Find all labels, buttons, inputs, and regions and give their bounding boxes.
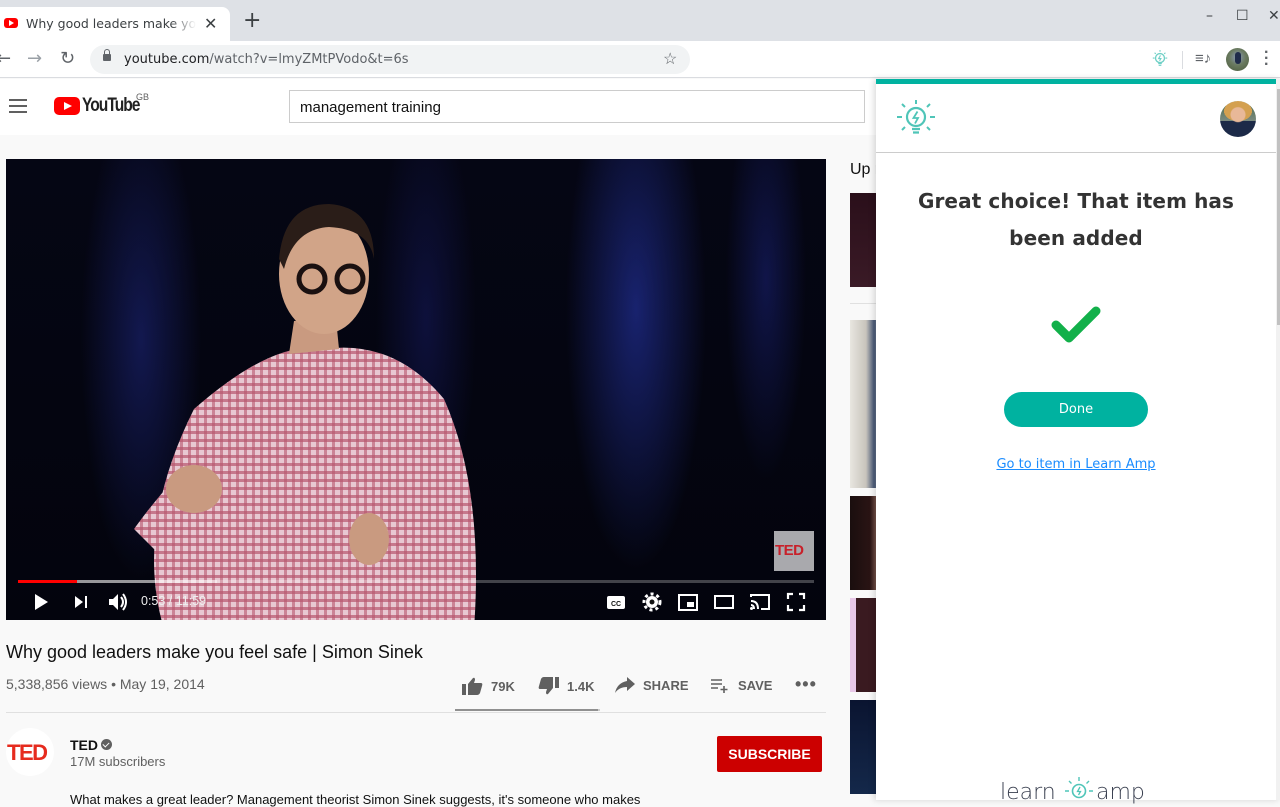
browser-tabstrip: Why good leaders make you feel safe | Si… [0,0,1280,41]
dislike-button[interactable]: 1.4K [538,677,594,695]
search-input[interactable]: management training [289,90,865,123]
hamburger-menu-icon[interactable] [9,99,27,113]
verified-badge-icon [101,739,112,750]
youtube-favicon-icon [4,18,18,28]
browser-profile-avatar[interactable] [1226,48,1249,71]
close-window-button[interactable]: ✕ [1268,8,1280,24]
video-played-bar [18,580,77,583]
panel-accent-bar [876,79,1276,84]
search-query: management training [300,99,441,116]
maximize-button[interactable]: ☐ [1236,8,1249,24]
channel-name[interactable]: TED [70,737,98,753]
back-button[interactable]: ← [0,48,11,69]
learn-amp-panel: Great choice! That item has been added D… [876,79,1280,805]
address-bar[interactable]: youtube.com/watch?v=lmyZMtPVodo&t=6s ☆ [90,45,690,74]
video-views-date: 5,338,856 views • May 19, 2014 [6,676,205,692]
more-actions-icon[interactable]: ••• [795,674,817,695]
playlist-add-icon [711,679,728,693]
like-dislike-sentiment-bar [455,709,600,711]
video-frame-speaker [134,204,476,620]
video-time-display: 0:53 / 11:59 [141,594,207,608]
save-button[interactable]: SAVE [710,677,772,693]
share-arrow-icon [615,677,635,693]
country-code: GB [136,92,150,102]
next-video-icon[interactable] [72,591,90,613]
media-queue-icon[interactable]: ≡♪ [1195,50,1211,67]
video-progress-bar[interactable] [18,580,814,583]
bookmark-star-icon[interactable]: ☆ [663,49,677,69]
ted-watermark-text: TED [775,542,804,559]
browser-toolbar: ← → ↻ youtube.com/watch?v=lmyZMtPVodo&t=… [0,41,1280,78]
like-count: 79K [491,678,515,694]
volume-icon[interactable] [107,591,129,613]
captions-icon[interactable]: CC [606,591,626,613]
forward-button[interactable]: → [27,48,42,69]
youtube-wordmark: YouTube [82,95,140,116]
confirmation-heading: Great choice! That item has been added [917,189,1235,250]
info-divider [6,712,826,713]
toolbar-divider [1182,51,1183,69]
ted-watermark-logo: TED [774,531,814,571]
browser-menu-icon[interactable]: · · · [1264,45,1269,73]
share-label: SHARE [643,677,689,693]
success-check-icon [1051,306,1101,343]
video-title: Why good leaders make you feel safe | Si… [6,642,423,662]
learn-amp-bulb-logo-icon [897,100,935,134]
thumbs-up-icon [462,677,483,695]
share-button[interactable]: SHARE [615,677,689,693]
play-icon[interactable] [32,591,50,613]
logo-bulb-icon [1065,777,1093,799]
lock-icon [103,49,111,61]
fullscreen-icon[interactable] [786,591,806,613]
logo-text-learn: learn [1000,780,1056,805]
channel-avatar-text: TED [7,740,48,765]
thumbs-down-icon [538,677,559,695]
user-avatar[interactable] [1220,101,1256,137]
dislike-count: 1.4K [567,678,595,694]
svg-text:CC: CC [611,601,621,608]
panel-header-divider [876,152,1276,153]
miniplayer-icon[interactable] [677,591,699,613]
reload-button[interactable]: ↻ [60,48,75,69]
video-player[interactable]: TED 0:53 / 11:59 CC [6,159,826,620]
url-text[interactable]: youtube.com/watch?v=lmyZMtPVodo&t=6s [124,52,409,67]
sentiment-like-fill [455,709,598,711]
like-button[interactable]: 79K [462,677,515,695]
subscribe-button[interactable]: SUBSCRIBE [717,736,822,772]
new-tab-button[interactable]: + [243,10,261,32]
settings-gear-icon[interactable] [642,591,662,613]
theater-mode-icon[interactable] [713,591,735,613]
tab-title: Why good leaders make you feel safe | Si… [26,16,196,31]
youtube-play-logo-icon [54,97,80,115]
logo-text-amp: amp [1096,780,1145,805]
url-host: youtube.com [124,52,210,67]
save-label: SAVE [738,677,773,693]
cast-icon[interactable] [749,591,771,613]
go-to-item-link[interactable]: Go to item in Learn Amp [876,457,1276,472]
minimize-button[interactable]: – [1206,8,1213,24]
channel-avatar[interactable]: TED [6,728,54,776]
done-button[interactable]: Done [1004,392,1148,427]
youtube-header: YouTube GB management training [0,79,880,135]
browser-tab[interactable]: Why good leaders make you feel safe | Si… [0,7,230,41]
learn-amp-footer-logo: learn amp [1000,776,1160,806]
learn-amp-extension-icon[interactable] [1151,49,1169,69]
tab-close-icon[interactable]: ✕ [204,14,217,33]
subscriber-count: 17M subscribers [70,754,166,769]
url-path: /watch?v=lmyZMtPVodo&t=6s [209,52,409,67]
